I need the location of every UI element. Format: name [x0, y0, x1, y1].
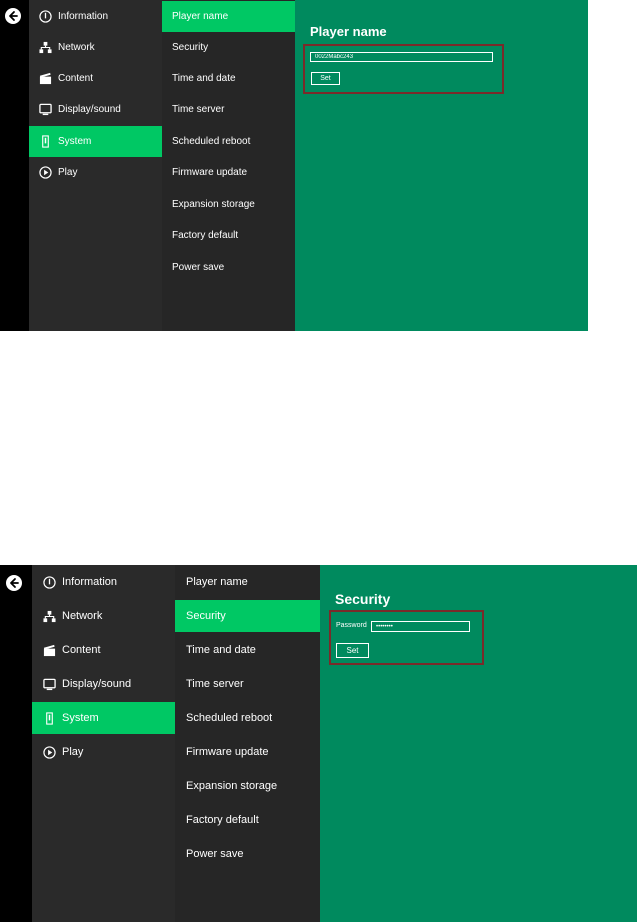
password-label: Password — [336, 622, 367, 629]
info-icon — [38, 10, 52, 24]
player-name-input[interactable] — [310, 52, 493, 62]
main-menu: Information Network Content Display/soun… — [29, 0, 162, 331]
menu-item-play[interactable]: Play — [29, 157, 162, 188]
menu-item-content[interactable]: Content — [29, 63, 162, 94]
network-icon — [38, 41, 52, 55]
submenu-item-player-name[interactable]: Player name — [162, 1, 295, 32]
submenu-item-security[interactable]: Security — [162, 32, 295, 63]
submenu-item-scheduled-reboot[interactable]: Scheduled reboot — [162, 126, 295, 157]
menu-item-label: Information — [62, 576, 118, 588]
submenu-item-firmware-update[interactable]: Firmware update — [175, 736, 320, 768]
main-menu: Information Network Content Display/soun… — [32, 565, 175, 922]
settings-panel: Security Password Set — [320, 565, 637, 922]
menu-item-label: Display/sound — [62, 678, 132, 690]
menu-item-label: Content — [62, 644, 101, 656]
arrow-left-icon — [10, 578, 19, 588]
menu-item-label: Play — [58, 167, 78, 178]
system-icon — [42, 711, 56, 725]
network-icon — [42, 609, 56, 623]
system-submenu: Player name Security Time and date Time … — [162, 0, 295, 331]
clapperboard-icon — [38, 72, 52, 86]
menu-item-network[interactable]: Network — [29, 32, 162, 63]
set-button[interactable]: Set — [311, 72, 340, 85]
screenshot-player-name: Information Network Content Display/soun… — [0, 0, 588, 331]
menu-item-label: Content — [58, 73, 94, 84]
play-icon — [42, 745, 56, 759]
play-icon — [38, 166, 52, 180]
menu-item-information[interactable]: Information — [29, 1, 162, 32]
submenu-item-player-name[interactable]: Player name — [175, 566, 320, 598]
arrow-left-icon — [9, 11, 18, 21]
submenu-item-time-server[interactable]: Time server — [175, 668, 320, 700]
back-bar — [0, 0, 29, 331]
password-input[interactable] — [371, 621, 470, 632]
submenu-item-security[interactable]: Security — [175, 600, 320, 632]
clapperboard-icon — [42, 643, 56, 657]
menu-item-play[interactable]: Play — [32, 736, 175, 768]
set-button[interactable]: Set — [336, 643, 369, 658]
menu-item-label: System — [62, 712, 99, 724]
system-submenu: Player name Security Time and date Time … — [175, 565, 320, 922]
back-bar — [0, 565, 32, 922]
menu-item-label: System — [58, 136, 92, 147]
settings-panel: Player name Set — [295, 0, 588, 331]
menu-item-label: Network — [58, 42, 95, 53]
panel-title: Player name — [310, 24, 387, 39]
back-button[interactable] — [5, 8, 21, 24]
submenu-item-factory-default[interactable]: Factory default — [175, 804, 320, 836]
system-icon — [38, 135, 52, 149]
back-button[interactable] — [6, 575, 22, 591]
menu-item-network[interactable]: Network — [32, 600, 175, 632]
submenu-item-firmware-update[interactable]: Firmware update — [162, 157, 295, 188]
submenu-item-scheduled-reboot[interactable]: Scheduled reboot — [175, 702, 320, 734]
menu-item-system[interactable]: System — [32, 702, 175, 734]
submenu-item-factory-default[interactable]: Factory default — [162, 220, 295, 251]
menu-item-information[interactable]: Information — [32, 566, 175, 598]
submenu-item-expansion-storage[interactable]: Expansion storage — [162, 189, 295, 220]
monitor-icon — [38, 103, 52, 117]
submenu-item-time-server[interactable]: Time server — [162, 94, 295, 125]
screenshot-security: Information Network Content Display/soun… — [0, 565, 637, 922]
menu-item-system[interactable]: System — [29, 126, 162, 157]
menu-item-label: Play — [62, 746, 84, 758]
info-icon — [42, 575, 56, 589]
menu-item-label: Network — [62, 610, 103, 622]
submenu-item-expansion-storage[interactable]: Expansion storage — [175, 770, 320, 802]
menu-item-content[interactable]: Content — [32, 634, 175, 666]
submenu-item-time-and-date[interactable]: Time and date — [175, 634, 320, 666]
menu-item-label: Information — [58, 11, 109, 22]
menu-item-label: Display/sound — [58, 104, 121, 115]
panel-title: Security — [335, 591, 391, 607]
submenu-item-power-save[interactable]: Power save — [162, 252, 295, 283]
submenu-item-time-and-date[interactable]: Time and date — [162, 63, 295, 94]
menu-item-display-sound[interactable]: Display/sound — [32, 668, 175, 700]
monitor-icon — [42, 677, 56, 691]
submenu-item-power-save[interactable]: Power save — [175, 838, 320, 870]
menu-item-display-sound[interactable]: Display/sound — [29, 94, 162, 125]
